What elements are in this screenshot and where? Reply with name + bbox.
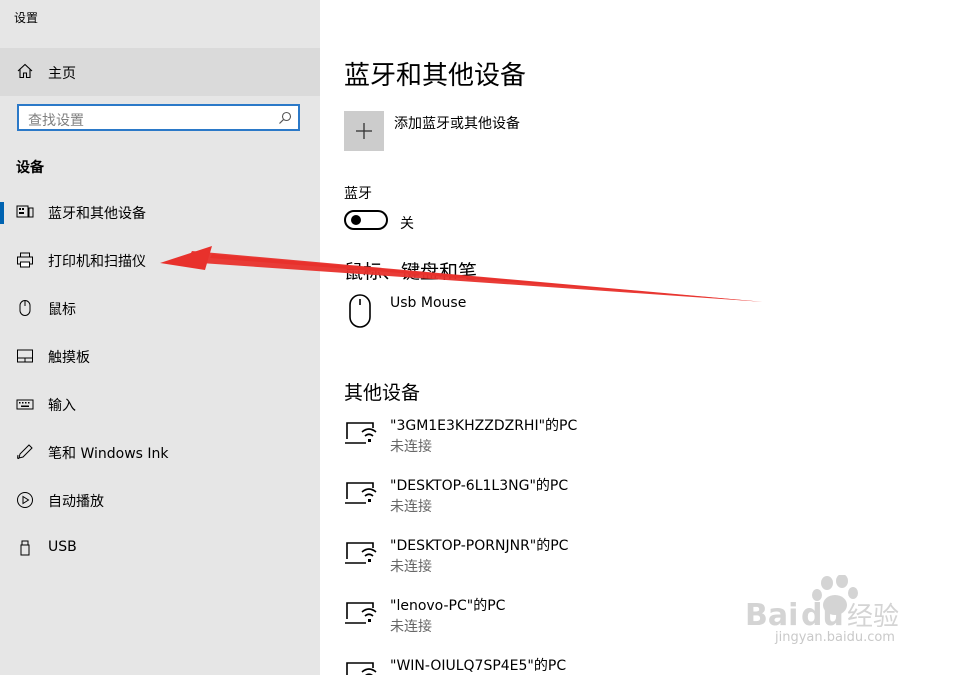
search-input[interactable]: 查找设置	[17, 104, 300, 131]
mouse-icon	[19, 300, 31, 316]
svg-text:du: du	[801, 598, 844, 633]
sidebar-item-label: 输入	[48, 398, 76, 414]
device-name: "DESKTOP-6L1L3NG"的PC	[390, 478, 569, 494]
device-name: "3GM1E3KHZZDZRHI"的PC	[390, 418, 578, 434]
pen-icon	[17, 444, 33, 460]
sidebar-item-printers[interactable]: 打印机和扫描仪	[0, 237, 320, 285]
home-nav-item[interactable]: 主页	[0, 48, 320, 96]
device-item[interactable]: "DESKTOP-PORNJNR"的PC 未连接	[344, 535, 744, 579]
sidebar-item-bluetooth[interactable]: 蓝牙和其他设备	[0, 189, 320, 237]
sidebar-item-label: 触摸板	[48, 350, 90, 366]
sidebar-item-autoplay[interactable]: 自动播放	[0, 477, 320, 525]
device-name: "WIN-OIULQ7SP4E5"的PC	[390, 658, 567, 674]
sidebar: 设置 主页 查找设置 设备 蓝牙和其他设备 打印机和扫描仪 鼠标 触摸板 输入 …	[0, 0, 320, 675]
sidebar-item-mouse[interactable]: 鼠标	[0, 285, 320, 333]
section-title: 设备	[16, 160, 44, 176]
sidebar-item-label: 打印机和扫描仪	[48, 254, 146, 270]
add-device-button[interactable]	[344, 111, 384, 151]
page-title: 蓝牙和其他设备	[344, 61, 527, 91]
home-label: 主页	[48, 66, 76, 82]
bluetooth-toggle[interactable]	[344, 210, 388, 230]
device-usb-mouse[interactable]: Usb Mouse	[344, 293, 744, 337]
device-name: Usb Mouse	[390, 295, 467, 311]
toggle-knob	[351, 215, 361, 225]
add-device-label[interactable]: 添加蓝牙或其他设备	[394, 113, 520, 133]
touchpad-icon	[17, 349, 33, 363]
usb-icon	[20, 540, 30, 556]
autoplay-icon	[17, 492, 33, 508]
pc-wireless-icon	[345, 482, 377, 504]
sidebar-item-label: USB	[48, 539, 77, 555]
window-title: 设置	[14, 11, 39, 25]
home-icon	[17, 63, 33, 79]
device-status: 未连接	[390, 439, 432, 455]
sidebar-item-typing[interactable]: 输入	[0, 381, 320, 429]
printer-icon	[17, 252, 33, 268]
sidebar-item-touchpad[interactable]: 触摸板	[0, 333, 320, 381]
other-devices-title: 其他设备	[344, 382, 421, 404]
device-status: 未连接	[390, 499, 432, 515]
search-icon[interactable]	[278, 111, 292, 125]
active-indicator	[0, 202, 4, 224]
bluetooth-state: 关	[400, 216, 414, 232]
device-item[interactable]: "WIN-OIULQ7SP4E5"的PC	[344, 655, 744, 675]
pc-wireless-icon	[345, 542, 377, 564]
bluetooth-label: 蓝牙	[344, 186, 372, 202]
bluetooth-devices-icon	[16, 205, 34, 218]
device-name: "DESKTOP-PORNJNR"的PC	[390, 538, 569, 554]
device-status: 未连接	[390, 619, 432, 635]
sidebar-item-pen[interactable]: 笔和 Windows Ink	[0, 429, 320, 477]
watermark-text: jingyan.baidu.com	[775, 630, 895, 645]
mouse-device-icon	[349, 294, 371, 328]
mouse-keyboard-pen-title: 鼠标、键盘和笔	[344, 261, 478, 283]
plus-icon	[356, 123, 372, 139]
search-placeholder: 查找设置	[28, 113, 84, 129]
device-name: "lenovo-PC"的PC	[390, 598, 506, 614]
device-item[interactable]: "DESKTOP-6L1L3NG"的PC 未连接	[344, 475, 744, 519]
device-item[interactable]: "lenovo-PC"的PC 未连接	[344, 595, 744, 639]
sidebar-item-usb[interactable]: USB	[0, 525, 320, 573]
svg-text:Bai: Bai	[745, 598, 798, 633]
keyboard-icon	[16, 399, 34, 410]
pc-wireless-icon	[346, 662, 377, 675]
pc-wireless-icon	[345, 422, 377, 444]
svg-text:经验: 经验	[847, 602, 899, 632]
device-item[interactable]: "3GM1E3KHZZDZRHI"的PC 未连接	[344, 415, 744, 459]
sidebar-item-label: 蓝牙和其他设备	[48, 206, 146, 222]
sidebar-item-label: 笔和 Windows Ink	[48, 446, 169, 462]
device-status: 未连接	[390, 559, 432, 575]
sidebar-item-label: 鼠标	[48, 302, 76, 318]
pc-wireless-icon	[345, 602, 377, 624]
sidebar-item-label: 自动播放	[48, 494, 104, 510]
